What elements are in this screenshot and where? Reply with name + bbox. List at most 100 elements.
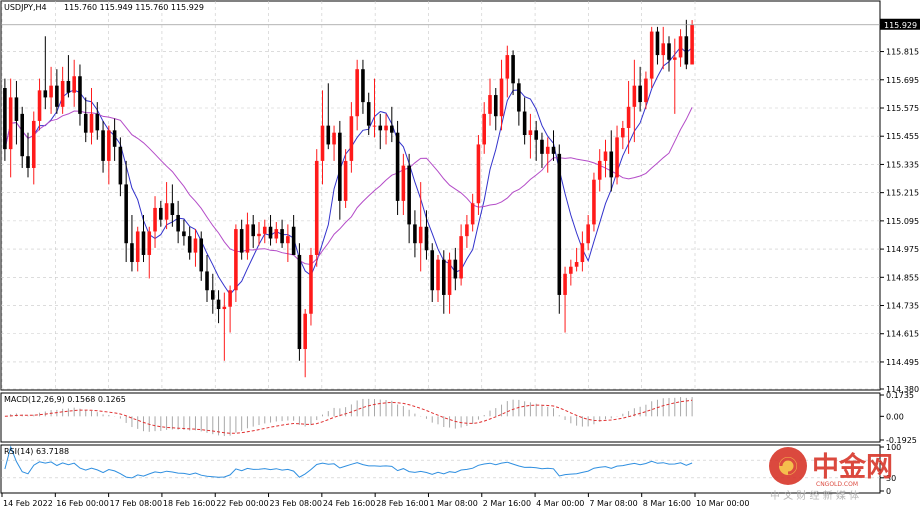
- brand-name: 中金网: [812, 451, 893, 483]
- candle-body: [678, 36, 683, 58]
- candle-body: [384, 125, 388, 131]
- candle-body: [574, 262, 579, 267]
- candle-body: [72, 76, 76, 93]
- candle-body: [83, 113, 88, 133]
- chart-svg: 115.815 115.695 115.575 115.455 115.335 115.2…: [0, 0, 920, 508]
- price-tick-label: 115.095: [886, 217, 919, 226]
- candle-body: [528, 130, 533, 136]
- candle-body: [632, 85, 637, 107]
- candle-body: [343, 160, 348, 201]
- price-tick-label: 115.815: [886, 48, 919, 57]
- candle-body: [297, 254, 302, 350]
- rsi-tick-label: 0: [886, 487, 891, 496]
- candle-body: [130, 243, 134, 263]
- price-tick-label: 115.335: [886, 160, 919, 169]
- macd-label: MACD(12,26,9) 0.1568 0.1265: [4, 395, 126, 404]
- candle-body: [164, 203, 169, 220]
- candle-body: [31, 120, 36, 168]
- candle-body: [141, 231, 146, 255]
- macd-tick-label: 0.00: [886, 412, 904, 421]
- candle-body: [482, 113, 487, 145]
- price-tick-label: 115.455: [886, 132, 919, 141]
- candle-body: [557, 153, 562, 295]
- time-tick-label: 16 Feb 00:00: [56, 499, 108, 508]
- candle-body: [465, 224, 469, 237]
- candle-body: [309, 254, 313, 314]
- candle-body: [413, 224, 417, 244]
- candle-body: [418, 226, 423, 244]
- candle: [557, 144, 562, 314]
- time-axis: 14 Feb 2022 16 Feb 00:00 17 Feb 08:00 18 Fe…: [1, 493, 749, 508]
- candle: [3, 78, 7, 161]
- candle-body: [609, 151, 614, 178]
- candle-body: [262, 226, 267, 234]
- rsi-panel[interactable]: [0, 444, 881, 494]
- candle-body: [199, 238, 204, 272]
- time-tick-label: 18 Feb 16:00: [163, 499, 215, 508]
- candle-body: [3, 88, 7, 150]
- candle: [690, 20, 694, 65]
- candle-body: [216, 299, 221, 310]
- candle: [476, 135, 481, 215]
- candle-body: [239, 229, 244, 253]
- candle-body: [286, 236, 290, 244]
- candle-body: [20, 113, 25, 157]
- main-price-panel[interactable]: [0, 0, 881, 391]
- candle-body: [401, 165, 406, 201]
- candle-body: [517, 83, 521, 112]
- candle: [592, 172, 596, 232]
- candle-body: [390, 125, 394, 133]
- candle-body: [60, 80, 65, 107]
- candle-body: [499, 78, 504, 117]
- candle-body: [436, 259, 440, 291]
- ohlc-readout: 115.760 115.949 115.760 115.929: [64, 3, 204, 12]
- candle-body: [320, 125, 325, 161]
- candle-body: [182, 231, 186, 237]
- candle-body: [107, 130, 111, 161]
- candle-body: [372, 125, 377, 127]
- candle-body: [118, 146, 123, 185]
- candle-body: [14, 97, 19, 121]
- candle-body: [563, 273, 567, 295]
- candle-body: [135, 231, 140, 263]
- candle-body: [222, 306, 227, 310]
- macd-panel[interactable]: [0, 392, 881, 443]
- candle-body: [274, 229, 279, 239]
- candle-body: [326, 125, 331, 145]
- candle-body: [147, 231, 152, 255]
- candle-body: [228, 290, 232, 307]
- candle-body: [49, 85, 53, 98]
- price-tick-label: 114.975: [886, 245, 919, 254]
- candle-body: [615, 137, 619, 178]
- candle-body: [291, 226, 296, 255]
- candle-body: [101, 130, 105, 161]
- time-tick-label: 17 Feb 08:00: [110, 499, 162, 508]
- candle-body: [66, 80, 71, 93]
- candle-body: [488, 95, 492, 114]
- candle-body: [257, 233, 261, 237]
- candle-body: [395, 132, 400, 201]
- candle-body: [424, 226, 429, 251]
- rsi-tick-label: 100: [886, 443, 901, 452]
- candle-body: [459, 236, 463, 279]
- candle-body: [245, 224, 250, 253]
- candle-body: [355, 69, 359, 117]
- time-tick-label: 4 Mar 00:00: [536, 499, 584, 508]
- time-tick-label: 10 Mar 00:00: [696, 499, 749, 508]
- candle-body: [280, 229, 284, 244]
- time-tick-label: 24 Feb 16:00: [323, 499, 375, 508]
- candle-body: [453, 259, 458, 279]
- candle-body: [193, 238, 198, 253]
- brand-tagline: 中 文 财 经 新 媒 体: [770, 489, 859, 502]
- candle-body: [205, 271, 209, 291]
- candle-body: [378, 125, 383, 131]
- candle-body: [690, 24, 694, 65]
- current-price-tag-text: 115.929: [884, 21, 917, 30]
- candle-body: [447, 259, 452, 295]
- macd-tick-label: 0.1735: [886, 391, 914, 400]
- candle-body: [268, 226, 273, 239]
- candle-body: [470, 203, 475, 225]
- candle: [314, 149, 319, 267]
- rsi-label: RSI(14) 63.7188: [4, 447, 69, 456]
- candle-body: [580, 243, 585, 263]
